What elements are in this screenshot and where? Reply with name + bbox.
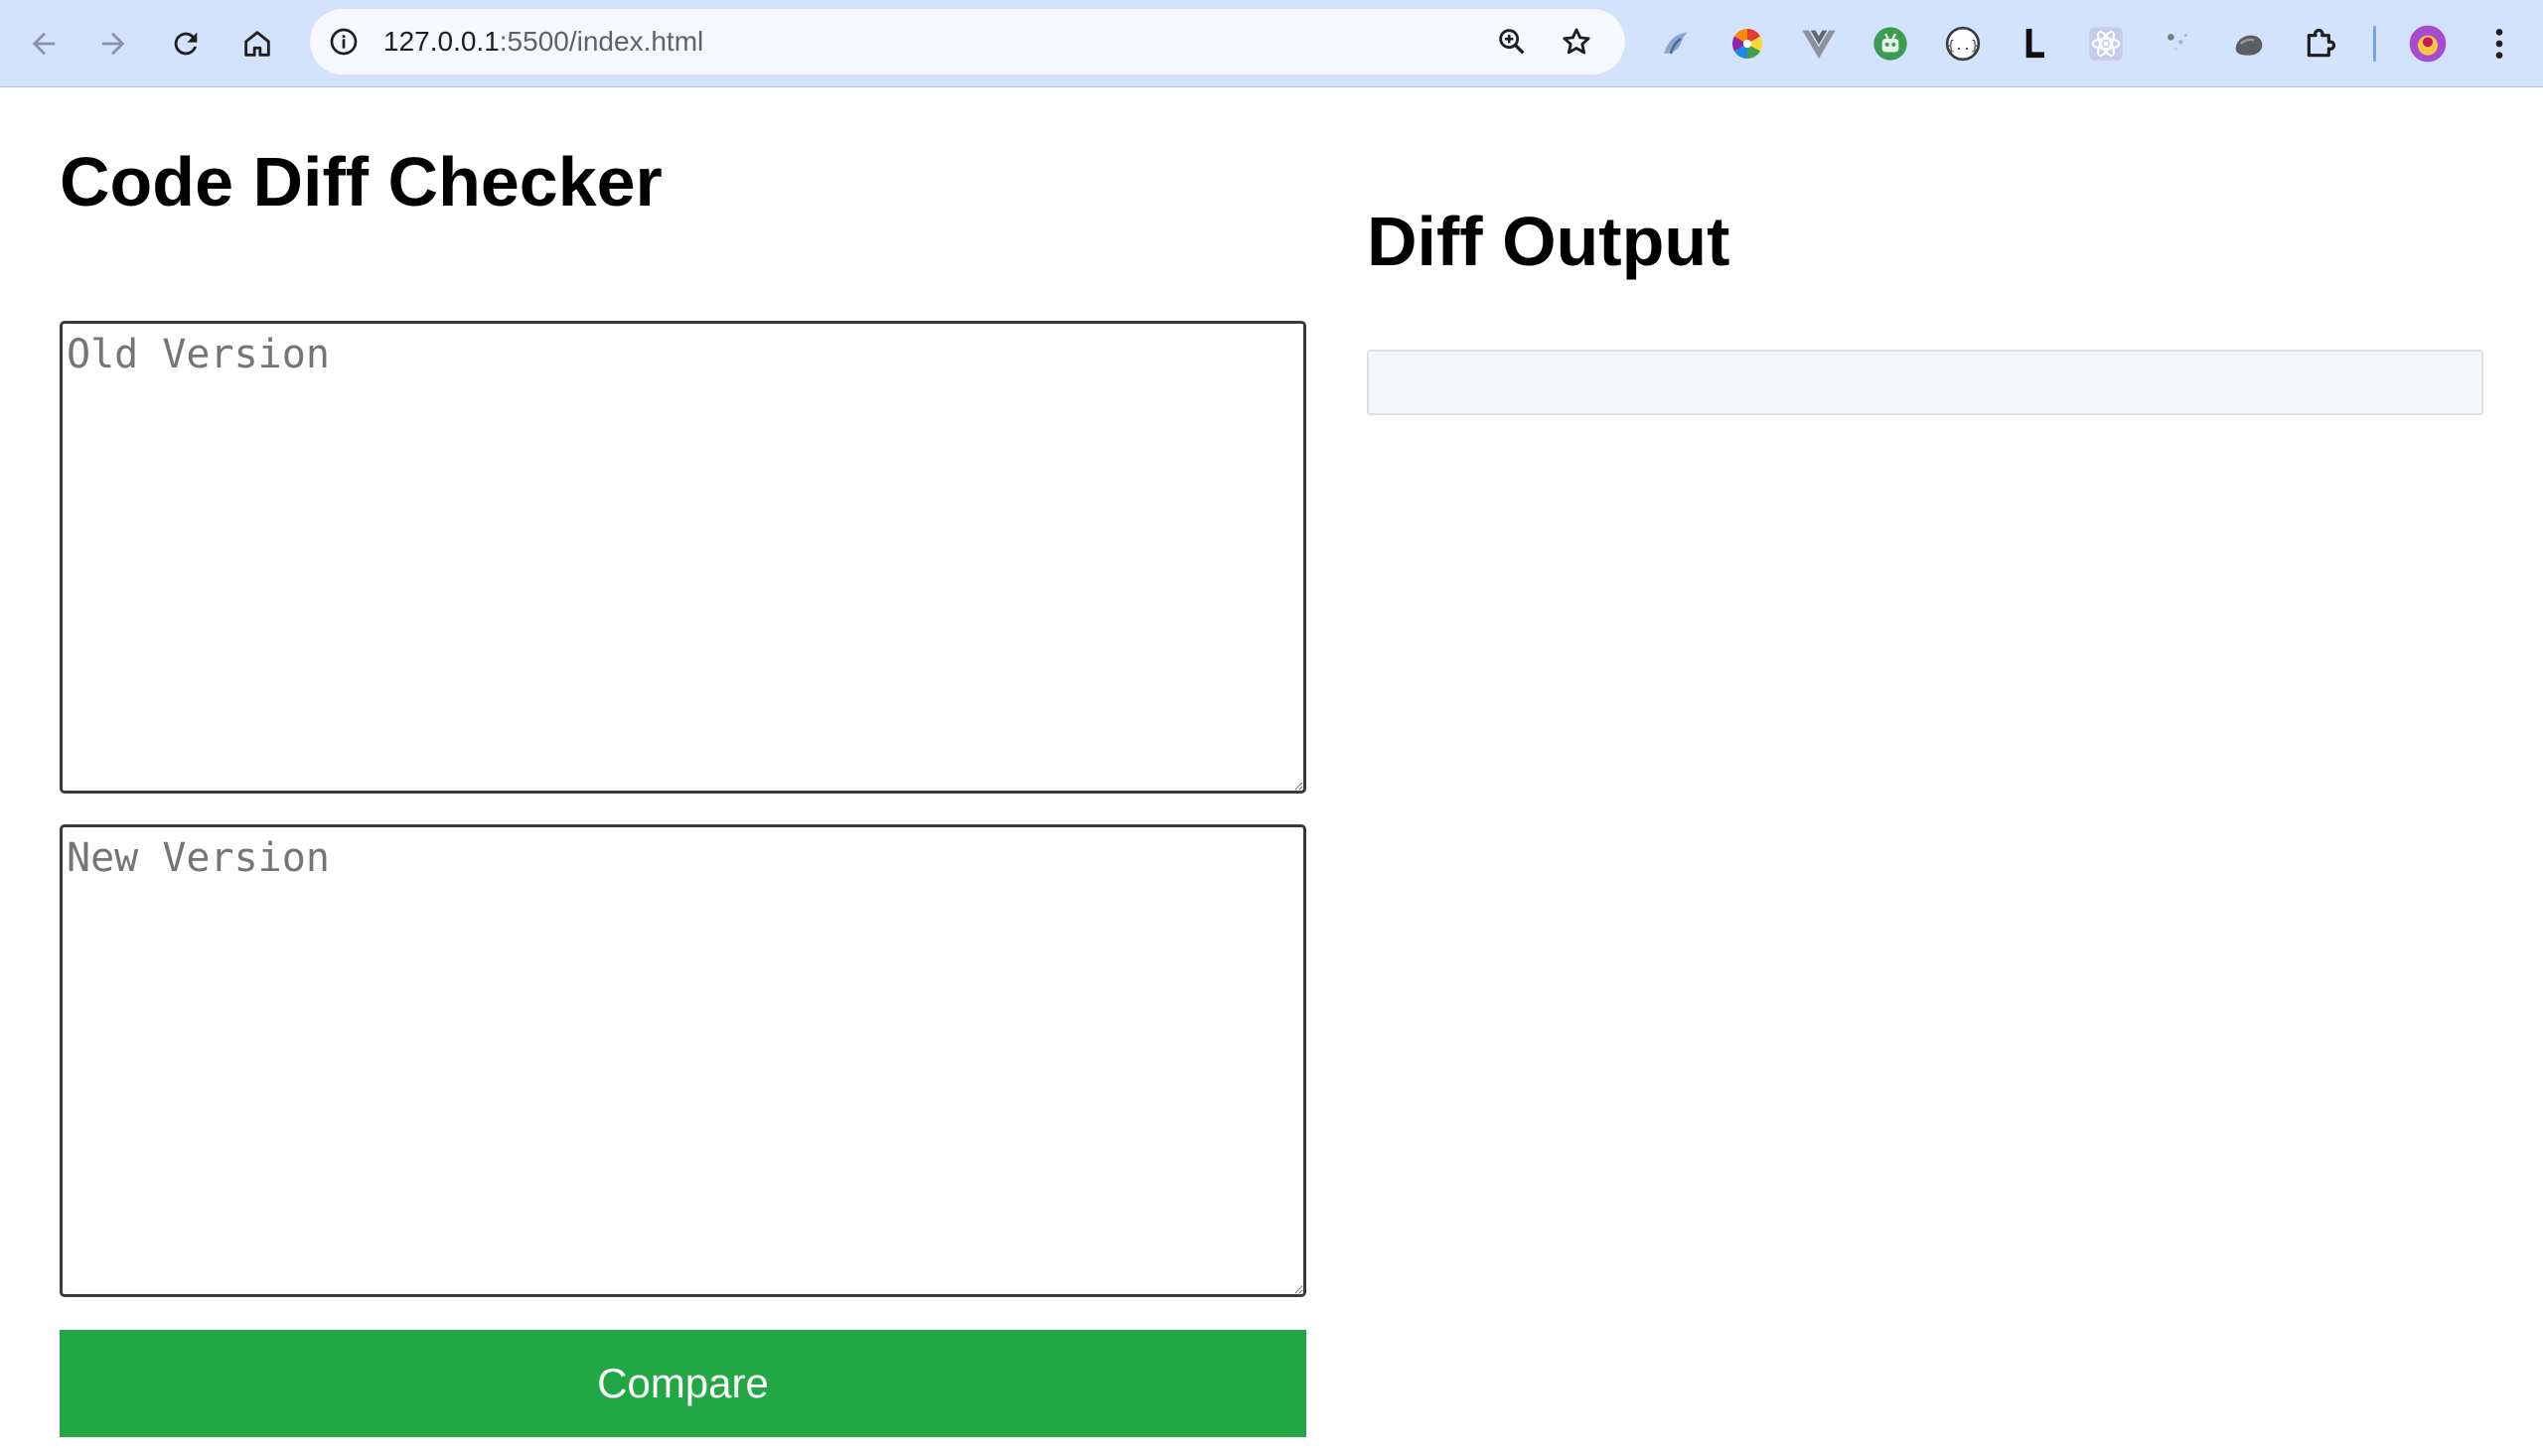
color-wheel-extension-icon[interactable] bbox=[1723, 20, 1771, 68]
reload-button[interactable] bbox=[156, 14, 216, 73]
react-extension-icon[interactable] bbox=[2082, 20, 2130, 68]
back-button[interactable] bbox=[14, 14, 74, 73]
android-bot-extension-icon[interactable] bbox=[1867, 20, 1914, 68]
vue-extension-icon[interactable] bbox=[1795, 20, 1843, 68]
json-formatter-extension-icon[interactable]: {..} bbox=[1939, 20, 1987, 68]
back-arrow-icon bbox=[32, 32, 56, 56]
compare-button[interactable]: Compare bbox=[60, 1330, 1306, 1437]
home-icon bbox=[244, 31, 270, 57]
browser-toolbar: 127.0.0.1:5500/index.html {..} bbox=[0, 0, 2543, 87]
bookmark-star-icon[interactable] bbox=[1557, 22, 1596, 62]
new-version-textarea[interactable] bbox=[60, 824, 1306, 1297]
browser-menu-icon[interactable] bbox=[2475, 20, 2523, 68]
diff-output-title: Diff Output bbox=[1367, 203, 1730, 280]
url-path: :5500/index.html bbox=[499, 26, 704, 57]
page-title: Code Diff Checker bbox=[60, 143, 663, 220]
zoom-icon[interactable] bbox=[1492, 22, 1532, 62]
l-letter-extension-icon[interactable] bbox=[2011, 20, 2058, 68]
url-host: 127.0.0.1 bbox=[383, 26, 500, 57]
old-version-textarea[interactable] bbox=[60, 321, 1306, 794]
reload-icon bbox=[174, 32, 198, 56]
home-button[interactable] bbox=[227, 14, 287, 73]
forward-button[interactable] bbox=[83, 14, 143, 73]
address-bar[interactable]: 127.0.0.1:5500/index.html bbox=[310, 9, 1625, 74]
diff-output-box bbox=[1367, 350, 2483, 415]
site-info-icon[interactable] bbox=[326, 24, 362, 60]
puzzle-piece-icon[interactable] bbox=[2297, 20, 2344, 68]
profile-avatar[interactable] bbox=[2404, 20, 2452, 68]
forward-arrow-icon bbox=[101, 32, 125, 56]
page-content: Code Diff Checker Compare Diff Output bbox=[0, 87, 2543, 1456]
svg-text:{..}: {..} bbox=[1947, 39, 1979, 54]
blue-feather-extension-icon[interactable] bbox=[1652, 20, 1700, 68]
gray-stone-extension-icon[interactable] bbox=[2225, 20, 2273, 68]
sparkle-extension-icon[interactable] bbox=[2154, 20, 2201, 68]
toolbar-separator bbox=[2373, 26, 2376, 62]
url-text[interactable]: 127.0.0.1:5500/index.html bbox=[383, 9, 703, 74]
